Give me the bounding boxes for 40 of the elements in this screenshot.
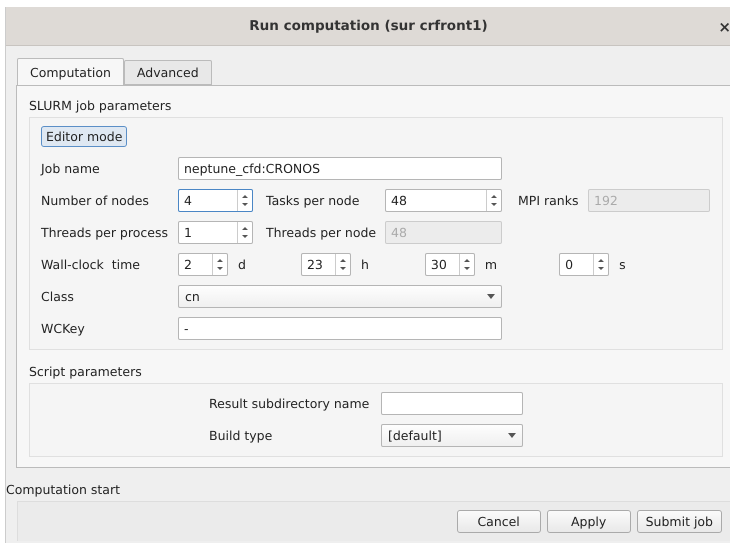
field-label: MPI ranks: [518, 192, 580, 208]
input-field[interactable]: neptune_cfd:CRONOS: [178, 156, 502, 180]
spin-box[interactable]: 0: [559, 252, 610, 276]
dropdown[interactable]: [default]: [381, 424, 523, 446]
input-field[interactable]: -: [178, 316, 502, 340]
unit-label: d: [238, 256, 246, 272]
group-title: Script parameters: [29, 364, 143, 379]
dropdown[interactable]: cn: [178, 284, 502, 308]
tab[interactable]: Computation: [17, 58, 124, 85]
spin-box[interactable]: 2: [178, 252, 228, 276]
field-label: Wall-clock time: [41, 256, 141, 272]
spin-box[interactable]: 48: [385, 188, 502, 212]
group-title: SLURM job parameters: [29, 98, 172, 113]
close-button[interactable]: ×: [718, 18, 730, 36]
spin-box[interactable]: 23: [300, 252, 351, 276]
group-title: Computation start: [6, 482, 122, 497]
caret-icon: [487, 294, 495, 298]
dialog-button[interactable]: Submit job: [636, 510, 722, 533]
field-label: Class: [41, 288, 75, 304]
spin-box[interactable]: 4: [178, 188, 253, 212]
field-label: WCKey: [41, 320, 86, 336]
tab[interactable]: Advanced: [124, 60, 212, 85]
caret-icon: [508, 432, 516, 438]
field-label: Number of nodes: [41, 192, 150, 208]
spin-box[interactable]: 1: [178, 220, 253, 244]
spin-box[interactable]: 30: [424, 252, 475, 276]
field-label: Threads per process: [41, 224, 169, 240]
dialog-button[interactable]: Cancel: [456, 510, 541, 533]
unit-label: m: [484, 256, 498, 272]
field-label: Result subdirectory name: [209, 396, 370, 410]
dialog-button[interactable]: Apply: [546, 510, 631, 533]
field-label: Threads per node: [266, 224, 378, 240]
editor-mode-button[interactable]: Editor mode: [41, 126, 128, 147]
unit-label: h: [360, 256, 369, 272]
input-field[interactable]: [381, 392, 523, 414]
field-label: Job name: [41, 160, 101, 176]
field-label: Build type: [209, 428, 274, 442]
field-label: Tasks per node: [266, 192, 360, 208]
window-title: Run computation (sur crfront1): [249, 18, 488, 34]
unit-label: s: [619, 256, 626, 272]
